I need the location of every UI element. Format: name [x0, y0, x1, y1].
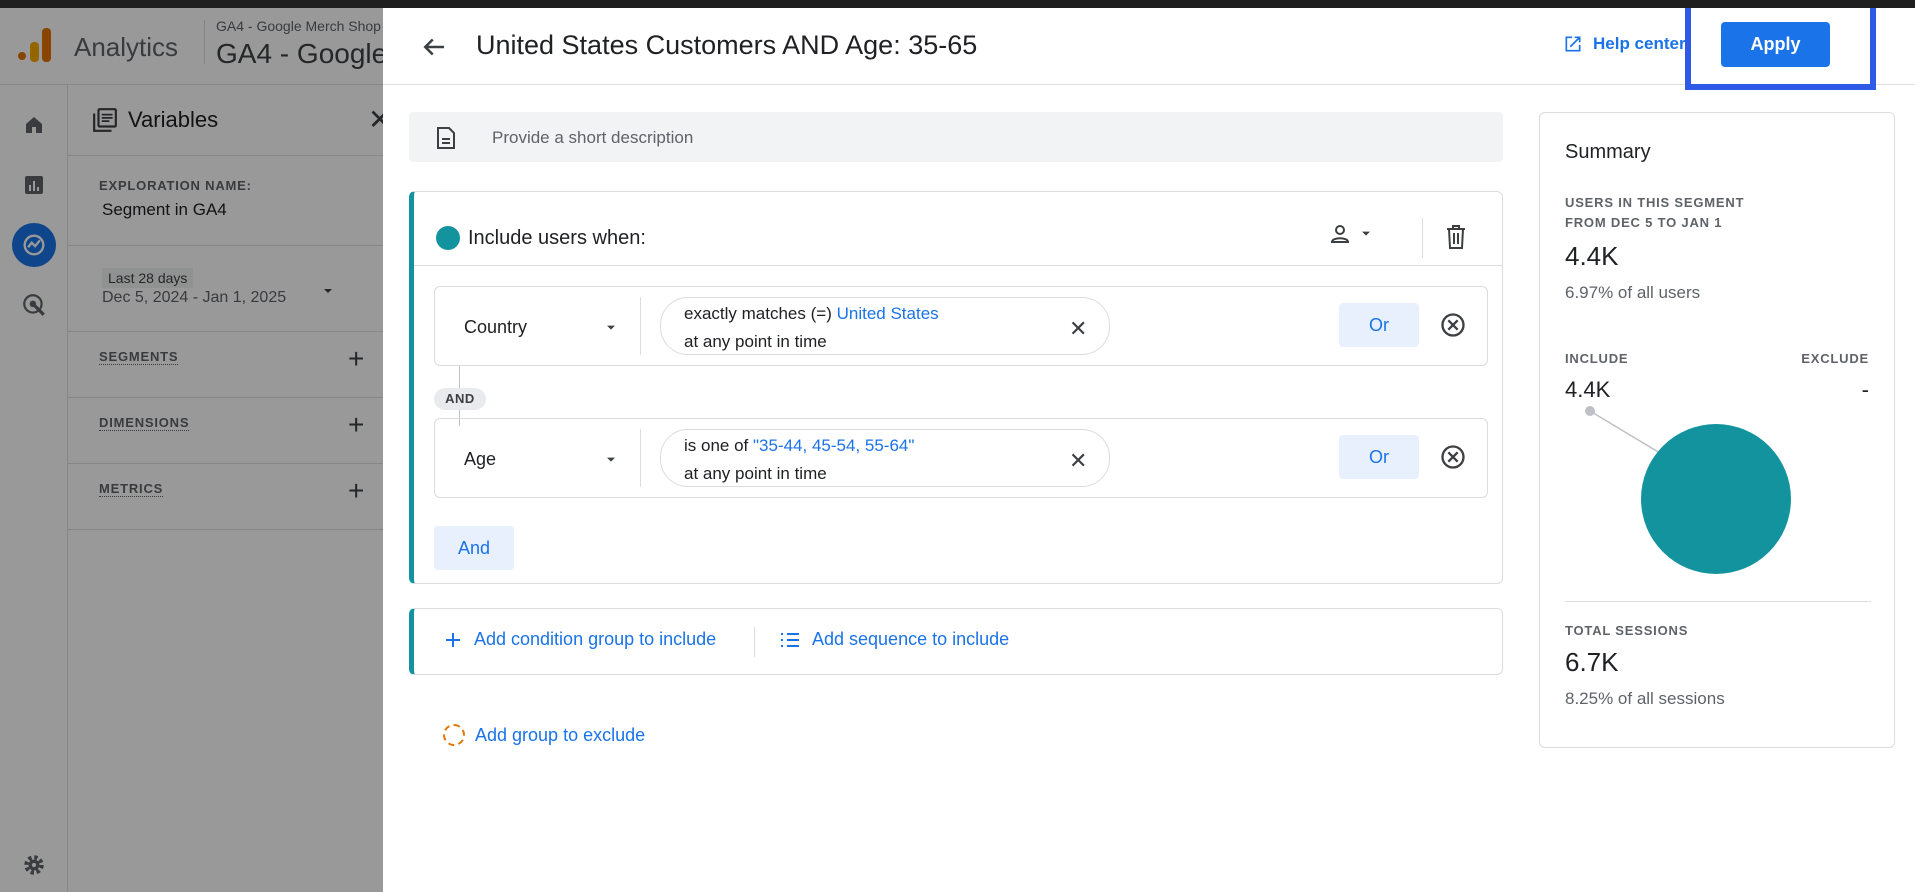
person-scope-icon[interactable] [1328, 222, 1374, 246]
dimension-select-label[interactable]: Country [464, 317, 527, 338]
group-header: Include users when: [414, 192, 1502, 266]
condition-text: exactly matches (=) United States [684, 304, 939, 324]
description-field[interactable]: Provide a short description [409, 112, 1503, 162]
remove-circle-icon[interactable] [1439, 443, 1467, 476]
condition-time: at any point in time [684, 332, 827, 351]
divider [754, 627, 755, 657]
apply-button[interactable]: Apply [1721, 22, 1830, 67]
remove-circle-icon[interactable] [1439, 311, 1467, 344]
open-in-new-icon [1565, 36, 1581, 52]
condition-operator: exactly matches (=) [684, 304, 832, 323]
trash-icon[interactable] [1444, 224, 1468, 255]
exclude-circle-icon [443, 724, 465, 746]
browser-top-strip [0, 0, 1915, 8]
chevron-down-icon [1362, 231, 1370, 236]
condition-row: Country exactly matches (=) United State… [434, 286, 1488, 366]
add-sequence-label: Add sequence to include [812, 629, 1010, 649]
include-dot [436, 226, 460, 250]
add-include-row: Add condition group to include Add seque… [409, 608, 1503, 675]
description-placeholder: Provide a short description [492, 128, 694, 147]
sequence-icon [781, 632, 799, 647]
add-exclude-group-button[interactable]: Add group to exclude [443, 724, 645, 746]
segment-editor-panel: United States Customers AND Age: 35-65 H… [383, 0, 1915, 892]
add-condition-group-label: Add condition group to include [474, 629, 717, 649]
back-arrow-icon[interactable] [419, 32, 449, 62]
and-chip: AND [434, 388, 486, 410]
close-icon[interactable]: ✕ [1069, 316, 1087, 342]
connector-line [459, 366, 460, 388]
chevron-down-icon[interactable] [603, 452, 619, 473]
sessions-label: TOTAL SESSIONS [1565, 623, 1689, 638]
divider [640, 429, 641, 487]
add-condition-group-button[interactable]: Add condition group to include [444, 629, 716, 650]
add-exclude-label: Add group to exclude [475, 724, 646, 745]
include-condition-group: Include users when: Country exactly matc… [409, 191, 1503, 584]
editor-header: United States Customers AND Age: 35-65 H… [383, 0, 1915, 90]
divider [1565, 601, 1871, 602]
condition-pill[interactable]: exactly matches (=) United States at any… [660, 297, 1110, 355]
segment-title[interactable]: United States Customers AND Age: 35-65 [476, 30, 977, 61]
summary-card: Summary USERS IN THIS SEGMENT FROM DEC 5… [1539, 112, 1895, 748]
condition-time: at any point in time [684, 464, 827, 483]
divider [1422, 218, 1423, 258]
condition-operator: is one of [684, 436, 749, 455]
dimension-select-label[interactable]: Age [464, 449, 496, 470]
close-icon[interactable]: ✕ [1069, 448, 1087, 474]
or-button[interactable]: Or [1339, 303, 1419, 347]
include-label: Include users when: [468, 227, 646, 249]
divider [640, 297, 641, 355]
sessions-percent: 8.25% of all sessions [1565, 689, 1725, 708]
condition-text: is one of "35-44, 45-54, 55-64" [684, 436, 914, 456]
plus-icon [446, 632, 460, 647]
chevron-down-icon[interactable] [603, 320, 619, 341]
add-sequence-button[interactable]: Add sequence to include [780, 629, 1009, 650]
condition-row: Age is one of "35-44, 45-54, 55-64" at a… [434, 418, 1488, 498]
or-button[interactable]: Or [1339, 435, 1419, 479]
and-button[interactable]: And [434, 526, 514, 570]
condition-pill[interactable]: is one of "35-44, 45-54, 55-64" at any p… [660, 429, 1110, 487]
segment-pie-chart [1585, 406, 1791, 574]
sessions-value: 6.7K [1565, 647, 1619, 677]
condition-value: "35-44, 45-54, 55-64" [753, 436, 915, 455]
description-icon [435, 126, 457, 155]
condition-value: United States [836, 304, 939, 323]
